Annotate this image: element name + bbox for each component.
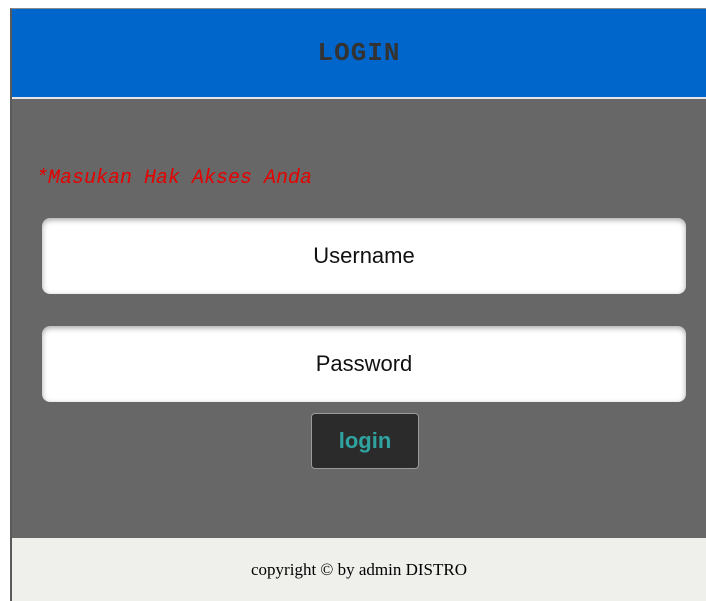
login-header: LOGIN: [12, 9, 706, 99]
copyright-text: copyright © by admin DISTRO: [251, 560, 467, 579]
page-title: LOGIN: [317, 38, 401, 68]
password-input[interactable]: [42, 326, 686, 402]
login-button[interactable]: login: [311, 413, 419, 469]
username-input[interactable]: [42, 218, 686, 294]
login-panel: LOGIN *Masukan Hak Akses Anda login copy…: [10, 8, 706, 601]
footer: copyright © by admin DISTRO: [12, 538, 706, 601]
access-notice: *Masukan Hak Akses Anda: [36, 167, 313, 190]
